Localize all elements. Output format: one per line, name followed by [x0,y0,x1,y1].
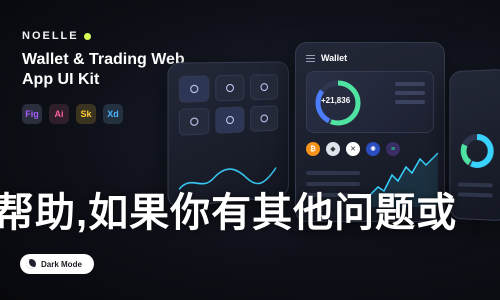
figma-icon: Fig [22,104,42,124]
circle-icon [260,83,268,92]
placeholder-line [395,82,425,86]
placeholder-line [457,192,493,198]
overlay-caption: 帮助,如果你有其他问题或 [0,191,458,235]
brand: NOELLE [22,30,91,42]
tile [215,74,245,102]
circle-icon [226,115,234,125]
tile [250,105,279,132]
tile-grid [169,62,289,148]
circle-icon [190,84,199,94]
placeholder-line [395,100,425,104]
ethereum-icon[interactable]: ◆ [326,142,340,156]
brand-dot-icon [83,32,91,40]
tile [178,107,210,136]
tile [178,75,210,103]
xd-icon: Xd [103,104,123,124]
circle-icon [260,114,268,123]
tool-badges: Fig Ai Sk Xd [22,104,123,124]
moon-icon [26,259,36,269]
donut-chart [458,131,497,171]
sketch-icon: Sk [76,104,96,124]
brand-name: NOELLE [22,30,79,42]
circle-icon [226,83,234,93]
placeholder-line [306,171,360,175]
bitcoin-icon[interactable]: ₿ [306,142,320,156]
screen-title: Wallet [321,53,348,63]
dark-mode-label: Dark Mode [41,259,82,269]
tile [215,106,245,134]
placeholder-line [457,182,493,188]
phone-topbar: Wallet [296,43,444,63]
xrp-icon[interactable]: ✕ [346,142,360,156]
menu-icon[interactable] [306,54,315,62]
illustrator-icon: Ai [49,104,69,124]
balance-action-placeholders [395,82,425,104]
placeholder-line [395,91,425,95]
balance-card[interactable]: +21,836 [306,71,434,133]
dark-mode-toggle[interactable]: Dark Mode [20,254,94,274]
tile [250,74,279,101]
balance-value: +21,836 [321,96,351,105]
list-placeholders [457,182,493,198]
circle-icon [190,117,199,126]
